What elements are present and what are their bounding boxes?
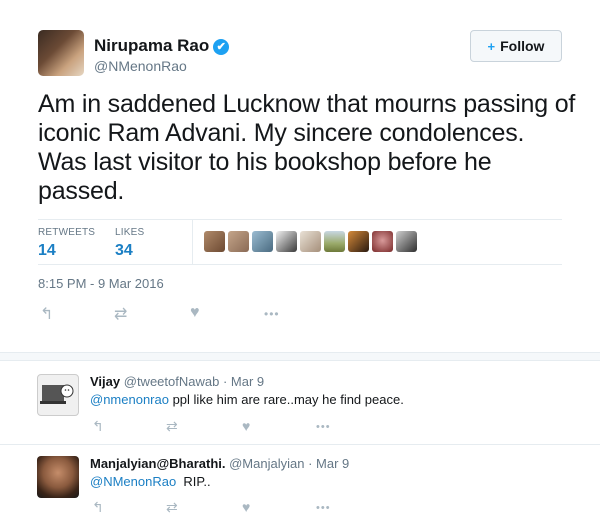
tweet-stats: RETWEETS 14 LIKES 34: [38, 219, 562, 265]
retweet-icon[interactable]: ⇄: [166, 418, 178, 435]
likes-label: LIKES: [115, 227, 145, 238]
likers-avatars: [204, 231, 417, 252]
retweets-stat[interactable]: RETWEETS 14: [38, 227, 95, 260]
liker-avatar[interactable]: [228, 231, 249, 252]
retweet-icon[interactable]: ⇄: [166, 499, 178, 516]
main-tweet: Nirupama Rao ✔ @NMenonRao + Follow Am in …: [0, 0, 600, 352]
section-separator: [0, 352, 600, 361]
follow-label: Follow: [500, 38, 545, 54]
reply-text: @NMenonRao RIP..: [90, 474, 211, 489]
more-options-icon[interactable]: •••: [316, 421, 331, 433]
reply-item[interactable]: Vijay @tweetofNawab · Mar 9 @nmenonrao p…: [0, 362, 600, 444]
reply-text: @nmenonrao ppl like him are rare..may he…: [90, 392, 404, 407]
reply-mention-link[interactable]: @nmenonrao: [90, 392, 169, 407]
like-icon[interactable]: ♥: [242, 418, 250, 434]
tweet-text: Am in saddened Lucknow that mourns passi…: [38, 90, 576, 205]
more-options-icon[interactable]: •••: [264, 307, 280, 321]
reply-icon[interactable]: ↰: [92, 499, 104, 516]
liker-avatar[interactable]: [396, 231, 417, 252]
liker-avatar[interactable]: [324, 231, 345, 252]
reply-body: RIP..: [176, 474, 211, 489]
liker-avatar[interactable]: [276, 231, 297, 252]
reply-time[interactable]: · Mar 9: [223, 374, 264, 389]
author-name[interactable]: Nirupama Rao ✔: [94, 36, 230, 56]
retweet-icon[interactable]: ⇄: [114, 304, 127, 324]
liker-avatar[interactable]: [300, 231, 321, 252]
add-user-icon: +: [487, 38, 496, 54]
reply-icon[interactable]: ↰: [92, 418, 104, 435]
reply-mention-link[interactable]: @NMenonRao: [90, 474, 176, 489]
reply-actions: ↰ ⇄ ♥ •••: [90, 499, 350, 517]
likes-stat[interactable]: LIKES 34: [115, 227, 144, 260]
tweet-actions: ↰ ⇄ ♥ •••: [38, 304, 298, 324]
reply-author-name[interactable]: Manjalyian@Bharathi.: [90, 456, 225, 471]
follow-button[interactable]: + Follow: [470, 30, 562, 62]
more-options-icon[interactable]: •••: [316, 502, 331, 514]
reply-author-handle[interactable]: @Manjalyian: [229, 456, 304, 471]
like-icon[interactable]: ♥: [190, 304, 200, 322]
reply-header: Manjalyian@Bharathi. @Manjalyian · Mar 9: [90, 456, 349, 471]
liker-avatar[interactable]: [348, 231, 369, 252]
reply-item[interactable]: Manjalyian@Bharathi. @Manjalyian · Mar 9…: [0, 445, 600, 529]
author-avatar[interactable]: [38, 30, 84, 76]
laptop-avatar-icon: [40, 384, 74, 404]
reply-avatar[interactable]: [37, 374, 79, 416]
reply-author-handle[interactable]: @tweetofNawab: [124, 374, 220, 389]
reply-avatar[interactable]: [37, 456, 79, 498]
reply-time[interactable]: · Mar 9: [308, 456, 349, 471]
retweets-label: RETWEETS: [38, 227, 96, 238]
likes-count: 34: [115, 242, 133, 259]
liker-avatar[interactable]: [204, 231, 225, 252]
like-icon[interactable]: ♥: [242, 499, 250, 515]
liker-avatar[interactable]: [252, 231, 273, 252]
reply-author-name[interactable]: Vijay: [90, 374, 120, 389]
stats-divider: [192, 220, 193, 264]
author-name-text[interactable]: Nirupama Rao: [94, 36, 209, 55]
reply-icon[interactable]: ↰: [40, 304, 53, 324]
liker-avatar[interactable]: [372, 231, 393, 252]
author-handle[interactable]: @NMenonRao: [94, 58, 187, 74]
reply-header: Vijay @tweetofNawab · Mar 9: [90, 374, 264, 389]
retweets-count: 14: [38, 242, 56, 259]
reply-body: ppl like him are rare..may he find peace…: [168, 392, 404, 407]
reply-actions: ↰ ⇄ ♥ •••: [90, 418, 350, 436]
verified-badge-icon: ✔: [213, 39, 230, 55]
tweet-timestamp[interactable]: 8:15 PM - 9 Mar 2016: [38, 276, 164, 291]
